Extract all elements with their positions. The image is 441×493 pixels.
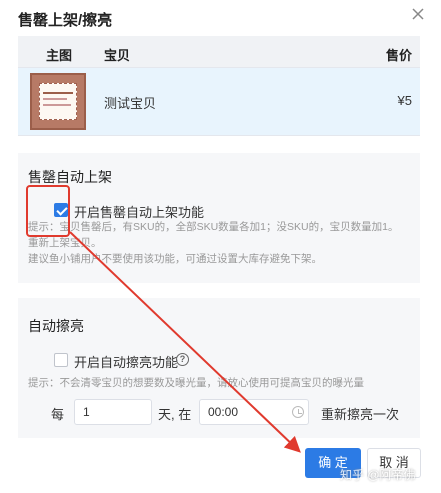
watermark: 知乎 @阿帝佛	[340, 468, 416, 482]
relist-dialog: 售罄上架/擦亮 主图 宝贝 售价 测试宝贝 ¥5 售罄自动上架 开启售罄自动上架…	[0, 0, 441, 493]
annotation-arrow	[69, 231, 301, 453]
